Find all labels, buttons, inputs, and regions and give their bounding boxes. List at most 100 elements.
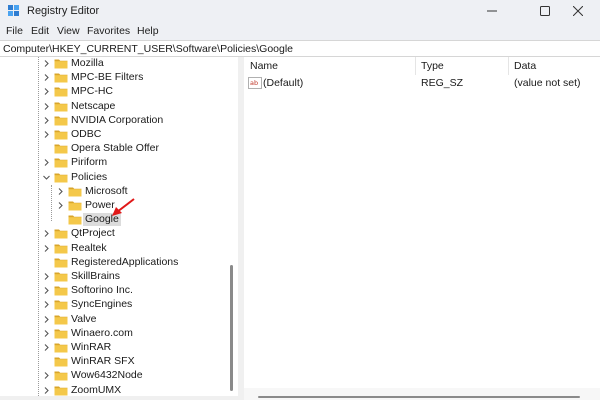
tree-item[interactable]: Mozilla: [0, 57, 228, 71]
column-divider[interactable]: [508, 57, 509, 75]
tree-item-label: Valve: [71, 312, 97, 325]
folder-icon: [54, 300, 68, 310]
chevron-right-icon[interactable]: [42, 315, 51, 324]
chevron-right-icon[interactable]: [42, 130, 51, 139]
chevron-right-icon[interactable]: [42, 158, 51, 167]
folder-icon: [54, 286, 68, 296]
tree-vertical-scrollbar[interactable]: [227, 57, 236, 400]
tree-item[interactable]: Policies: [0, 171, 228, 185]
column-header-type[interactable]: Type: [421, 57, 444, 75]
tree-item-label: Realtek: [71, 241, 107, 254]
folder-icon: [54, 244, 68, 254]
chevron-right-icon[interactable]: [42, 343, 51, 352]
tree-item-label: RegisteredApplications: [71, 255, 179, 268]
tree-item[interactable]: Valve: [0, 313, 228, 327]
tree-scrollbar-thumb[interactable]: [230, 265, 233, 391]
tree-item-label: Policies: [71, 170, 108, 183]
chevron-right-icon[interactable]: [42, 73, 51, 82]
tree-item-label: QtProject: [71, 227, 115, 240]
folder-icon: [54, 87, 68, 97]
chevron-right-icon[interactable]: [42, 371, 51, 380]
chevron-right-icon[interactable]: [42, 244, 51, 253]
menu-edit[interactable]: Edit: [31, 25, 49, 37]
folder-icon: [54, 59, 68, 69]
svg-text:ab: ab: [250, 79, 258, 87]
list-scrollbar-thumb[interactable]: [258, 396, 580, 398]
folder-icon: [68, 201, 82, 211]
menu-help[interactable]: Help: [137, 25, 159, 37]
tree-item[interactable]: Realtek: [0, 242, 228, 256]
value-name: (Default): [263, 77, 304, 89]
chevron-right-icon[interactable]: [42, 286, 51, 295]
tree-item[interactable]: Opera Stable Offer: [0, 142, 228, 156]
tree-item[interactable]: MPC-BE Filters: [0, 71, 228, 85]
minimize-icon: [487, 10, 497, 12]
tree-guide-line: [38, 57, 39, 398]
tree-item-label: WinRAR: [71, 341, 112, 353]
string-value-icon: ab: [248, 77, 262, 89]
menu-file[interactable]: File: [6, 25, 23, 37]
folder-icon: [54, 130, 68, 140]
tree-item[interactable]: Piriform: [0, 156, 228, 170]
tree-item-label: SkillBrains: [71, 270, 121, 282]
values-list-pane: Name Type Data ab (Default) REG_SZ (valu…: [244, 57, 600, 400]
tree-item-label: MPC-HC: [71, 85, 113, 98]
column-header-name[interactable]: Name: [250, 57, 278, 75]
tree-item-label: ZoomUMX: [71, 383, 122, 396]
tree-item[interactable]: Wow6432Node: [0, 369, 228, 383]
tree-item-label: Winaero.com: [71, 326, 133, 339]
folder-icon: [54, 343, 68, 353]
chevron-right-icon[interactable]: [42, 272, 51, 281]
tree-item[interactable]: ODBC: [0, 128, 228, 142]
chevron-right-icon[interactable]: [56, 187, 65, 196]
tree-item-label: NVIDIA Corporation: [71, 113, 164, 126]
folder-icon: [54, 116, 68, 126]
tree-item[interactable]: SyncEngines: [0, 298, 228, 312]
chevron-right-icon[interactable]: [42, 229, 51, 238]
address-path: Computer\HKEY_CURRENT_USER\Software\Poli…: [3, 43, 294, 55]
folder-icon: [54, 258, 68, 268]
chevron-right-icon[interactable]: [42, 116, 51, 125]
value-type: REG_SZ: [421, 77, 464, 89]
tree-item-label: SyncEngines: [71, 298, 133, 311]
close-icon: [573, 6, 583, 16]
address-bar[interactable]: Computer\HKEY_CURRENT_USER\Software\Poli…: [0, 40, 600, 57]
title-bar: Registry Editor: [0, 0, 600, 22]
tree-item[interactable]: NVIDIA Corporation: [0, 114, 228, 128]
tree-item[interactable]: WinRAR: [0, 341, 228, 355]
menu-bar: File Edit View Favorites Help: [0, 22, 600, 40]
tree-item[interactable]: QtProject: [0, 227, 228, 241]
tree-item[interactable]: MPC-HC: [0, 85, 228, 99]
tree-item[interactable]: WinRAR SFX: [0, 355, 228, 369]
column-divider[interactable]: [415, 57, 416, 75]
tree-bottom-edge: [0, 396, 238, 400]
chevron-down-icon[interactable]: [42, 173, 51, 182]
column-header-data[interactable]: Data: [514, 57, 536, 75]
tree-item[interactable]: Winaero.com: [0, 327, 228, 341]
tree-item[interactable]: Softorino Inc.: [0, 284, 228, 298]
folder-icon: [54, 386, 68, 396]
menu-favorites[interactable]: Favorites: [87, 25, 130, 37]
red-arrow-annotation: [112, 198, 135, 216]
minimize-button[interactable]: [470, 0, 514, 22]
folder-icon: [54, 357, 68, 367]
tree-item[interactable]: SkillBrains: [0, 270, 228, 284]
value-row-default[interactable]: ab (Default) REG_SZ (value not set): [244, 77, 600, 91]
chevron-right-icon[interactable]: [42, 300, 51, 309]
tree-item[interactable]: RegisteredApplications: [0, 256, 228, 270]
chevron-right-icon[interactable]: [42, 102, 51, 111]
chevron-right-icon[interactable]: [42, 59, 51, 68]
tree-item-label: MPC-BE Filters: [71, 71, 144, 84]
chevron-right-icon[interactable]: [42, 329, 51, 338]
list-horizontal-scrollbar[interactable]: [244, 388, 600, 400]
folder-icon: [54, 73, 68, 83]
tree-item[interactable]: Netscape: [0, 100, 228, 114]
folder-icon: [54, 173, 68, 183]
chevron-right-icon[interactable]: [42, 87, 51, 96]
menu-view[interactable]: View: [57, 25, 80, 37]
chevron-right-icon[interactable]: [56, 201, 65, 210]
close-button[interactable]: [556, 0, 600, 22]
value-data: (value not set): [514, 77, 581, 89]
window-title: Registry Editor: [27, 5, 100, 17]
chevron-right-icon[interactable]: [42, 386, 51, 395]
